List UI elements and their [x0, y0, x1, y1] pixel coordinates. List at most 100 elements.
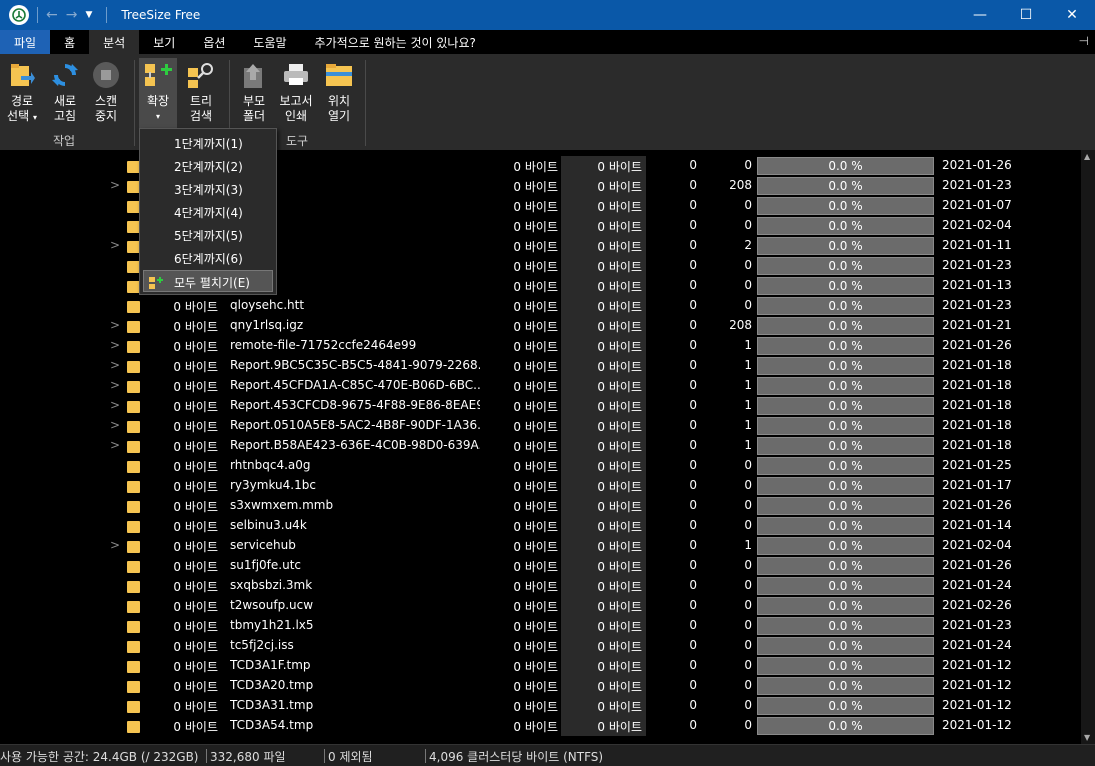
- name-cell[interactable]: ry3ymku4.1bc: [230, 478, 480, 492]
- table-row[interactable]: 0 바이트 tbmy1h21.lx5 0 바이트 0 바이트 0 0 0.0 % 2021-0…: [0, 616, 1081, 636]
- close-button[interactable]: ✕: [1049, 0, 1095, 30]
- tab-file[interactable]: 파일: [0, 30, 51, 54]
- refresh-button[interactable]: 새로 고침: [48, 58, 82, 134]
- menu-item-expand-all[interactable]: 모두 펼치기(E): [143, 270, 273, 292]
- expand-chevron-icon[interactable]: >: [110, 378, 120, 392]
- folders-cell: 0: [744, 218, 752, 232]
- table-row[interactable]: >0 바이트 servicehub 0 바이트 0 바이트 0 1 0.0 % 2021-02…: [0, 536, 1081, 556]
- table-row[interactable]: 0 바이트 t2wsoufp.ucw 0 바이트 0 바이트 0 0 0.0 % 2021-0…: [0, 596, 1081, 616]
- percent-cell: 0.0 %: [828, 219, 863, 233]
- name-cell[interactable]: tc5fj2cj.iss: [230, 638, 480, 652]
- name-cell[interactable]: s3xwmxem.mmb: [230, 498, 480, 512]
- name-cell[interactable]: Report.B58AE423-636E-4C0B-98D0-639A...: [230, 438, 480, 452]
- name-cell[interactable]: Report.453CFCD8-9675-4F88-9E86-8EAE9...: [230, 398, 480, 412]
- menu-item-level-4[interactable]: 4단계까지(4): [174, 204, 243, 221]
- expand-chevron-icon[interactable]: >: [110, 358, 120, 372]
- table-row[interactable]: 0 바이트 TCD3A31.tmp 0 바이트 0 바이트 0 0 0.0 % 2021-01…: [0, 696, 1081, 716]
- table-row[interactable]: >0 바이트 remote-file-71752ccfe2464e99 0 바이트 0…: [0, 336, 1081, 356]
- name-cell[interactable]: Report.9BC5C35C-B5C5-4841-9079-2268...: [230, 358, 480, 372]
- table-row[interactable]: 0 바이트 s3xwmxem.mmb 0 바이트 0 바이트 0 0 0.0 % 2021-0…: [0, 496, 1081, 516]
- parent-folder-button[interactable]: 부모 폴더: [236, 58, 272, 134]
- name-cell[interactable]: remote-file-71752ccfe2464e99: [230, 338, 480, 352]
- quick-access-dropdown-icon[interactable]: ▼: [85, 10, 92, 20]
- expand-chevron-icon[interactable]: >: [110, 418, 120, 432]
- expand-chevron-icon[interactable]: >: [110, 398, 120, 412]
- table-row[interactable]: 0 바이트 tc5fj2cj.iss 0 바이트 0 바이트 0 0 0.0 % 2021-0…: [0, 636, 1081, 656]
- menu-item-level-2[interactable]: 2단계까지(2): [174, 158, 243, 175]
- open-location-button[interactable]: 위치 열기: [320, 58, 358, 134]
- name-cell[interactable]: t2wsoufp.ucw: [230, 598, 480, 612]
- name-cell[interactable]: selbinu3.u4k: [230, 518, 480, 532]
- menu-item-level-3[interactable]: 3단계까지(3): [174, 181, 243, 198]
- name-cell[interactable]: qloysehc.htt: [230, 298, 480, 312]
- stop-scan-button[interactable]: 스캔 중지: [88, 58, 124, 134]
- menu-item-level-1[interactable]: 1단계까지(1): [174, 135, 243, 152]
- tab-home[interactable]: 홈: [50, 30, 89, 54]
- table-row[interactable]: 0 바이트 rhtnbqc4.a0g 0 바이트 0 바이트 0 0 0.0 % 2021-0…: [0, 456, 1081, 476]
- table-row[interactable]: 0 바이트 su1fj0fe.utc 0 바이트 0 바이트 0 0 0.0 % 2021-0…: [0, 556, 1081, 576]
- expand-chevron-icon[interactable]: >: [110, 178, 120, 192]
- allocated-2-cell: 0 바이트: [597, 700, 642, 714]
- tree-search-button[interactable]: 트리 검색: [184, 58, 218, 134]
- forward-arrow-icon[interactable]: →: [66, 7, 78, 23]
- allocated-2-cell: 0 바이트: [597, 580, 642, 594]
- expand-chevron-icon[interactable]: >: [110, 238, 120, 252]
- name-cell[interactable]: rhtnbqc4.a0g: [230, 458, 480, 472]
- path-select-button[interactable]: 경로 선택 ▾: [4, 58, 40, 134]
- tab-view[interactable]: 보기: [139, 30, 189, 54]
- table-row[interactable]: 0 바이트 TCD3A20.tmp 0 바이트 0 바이트 0 0 0.0 % 2021-01…: [0, 676, 1081, 696]
- table-row[interactable]: >0 바이트 Report.B58AE423-636E-4C0B-98D0-639…: [0, 436, 1081, 456]
- expand-chevron-icon[interactable]: >: [110, 538, 120, 552]
- table-row[interactable]: 0 바이트 qloysehc.htt 0 바이트 0 바이트 0 0 0.0 % 2021-0…: [0, 296, 1081, 316]
- percent-cell: 0.0 %: [828, 259, 863, 273]
- scroll-down-icon[interactable]: ▼: [1084, 733, 1090, 742]
- tab-options[interactable]: 옵션: [189, 30, 239, 54]
- menu-item-level-6[interactable]: 6단계까지(6): [174, 250, 243, 267]
- minimize-button[interactable]: —: [957, 0, 1003, 30]
- name-cell[interactable]: tbmy1h21.lx5: [230, 618, 480, 632]
- excluded-count-text: 0 제외됨: [328, 750, 373, 764]
- table-row[interactable]: >0 바이트 qny1rlsq.igz 0 바이트 0 바이트 0 208 0.0 % 202…: [0, 316, 1081, 336]
- back-arrow-icon[interactable]: ←: [46, 7, 58, 23]
- status-separator: [206, 749, 207, 763]
- date-cell: 2021-01-12: [942, 678, 1012, 692]
- allocated-2-cell: 0 바이트: [597, 260, 642, 274]
- date-cell: 2021-01-18: [942, 418, 1012, 432]
- table-row[interactable]: 0 바이트 sxqbsbzi.3mk 0 바이트 0 바이트 0 0 0.0 % 2021-0…: [0, 576, 1081, 596]
- table-row[interactable]: >0 바이트 Report.0510A5E8-5AC2-4B8F-90DF-1A3…: [0, 416, 1081, 436]
- pin-ribbon-icon[interactable]: ⊣: [1079, 34, 1089, 48]
- tell-me-search[interactable]: 추가적으로 원하는 것이 있나요?: [301, 30, 490, 54]
- menu-item-level-5[interactable]: 5단계까지(5): [174, 227, 243, 244]
- expand-button[interactable]: 확장 ▾: [139, 58, 177, 132]
- vertical-scrollbar[interactable]: ▲ ▼: [1081, 150, 1095, 744]
- expand-chevron-icon[interactable]: >: [110, 438, 120, 452]
- size-cell: 0 바이트: [173, 660, 218, 674]
- expand-chevron-icon[interactable]: >: [110, 318, 120, 332]
- table-row[interactable]: >0 바이트 Report.9BC5C35C-B5C5-4841-9079-226…: [0, 356, 1081, 376]
- name-cell[interactable]: TCD3A1F.tmp: [230, 658, 480, 672]
- table-row[interactable]: 0 바이트 selbinu3.u4k 0 바이트 0 바이트 0 0 0.0 % 2021-0…: [0, 516, 1081, 536]
- name-cell[interactable]: Report.0510A5E8-5AC2-4B8F-90DF-1A36...: [230, 418, 480, 432]
- allocated-cell: 0 바이트: [513, 600, 558, 614]
- table-row[interactable]: 0 바이트 TCD3A1F.tmp 0 바이트 0 바이트 0 0 0.0 % 2021-01…: [0, 656, 1081, 676]
- name-cell[interactable]: servicehub: [230, 538, 480, 552]
- tab-analyze[interactable]: 분석: [89, 30, 140, 54]
- name-cell[interactable]: su1fj0fe.utc: [230, 558, 480, 572]
- name-cell[interactable]: TCD3A54.tmp: [230, 718, 480, 732]
- treesize-app-icon[interactable]: [9, 5, 29, 25]
- print-report-button[interactable]: 보고서 인쇄: [276, 58, 316, 134]
- expand-chevron-icon[interactable]: >: [110, 338, 120, 352]
- table-row[interactable]: >0 바이트 Report.45CFDA1A-C85C-470E-B06D-6BC…: [0, 376, 1081, 396]
- table-row[interactable]: 0 바이트 TCD3A54.tmp 0 바이트 0 바이트 0 0 0.0 % 2021-01…: [0, 716, 1081, 736]
- name-cell[interactable]: sxqbsbzi.3mk: [230, 578, 480, 592]
- date-cell: 2021-01-17: [942, 478, 1012, 492]
- maximize-button[interactable]: ☐: [1003, 0, 1049, 30]
- table-row[interactable]: 0 바이트 ry3ymku4.1bc 0 바이트 0 바이트 0 0 0.0 % 2021-0…: [0, 476, 1081, 496]
- tab-help[interactable]: 도움말: [239, 30, 300, 54]
- scroll-up-icon[interactable]: ▲: [1084, 152, 1090, 161]
- name-cell[interactable]: TCD3A31.tmp: [230, 698, 480, 712]
- name-cell[interactable]: qny1rlsq.igz: [230, 318, 480, 332]
- name-cell[interactable]: TCD3A20.tmp: [230, 678, 480, 692]
- table-row[interactable]: >0 바이트 Report.453CFCD8-9675-4F88-9E86-8EA…: [0, 396, 1081, 416]
- name-cell[interactable]: Report.45CFDA1A-C85C-470E-B06D-6BC...: [230, 378, 480, 392]
